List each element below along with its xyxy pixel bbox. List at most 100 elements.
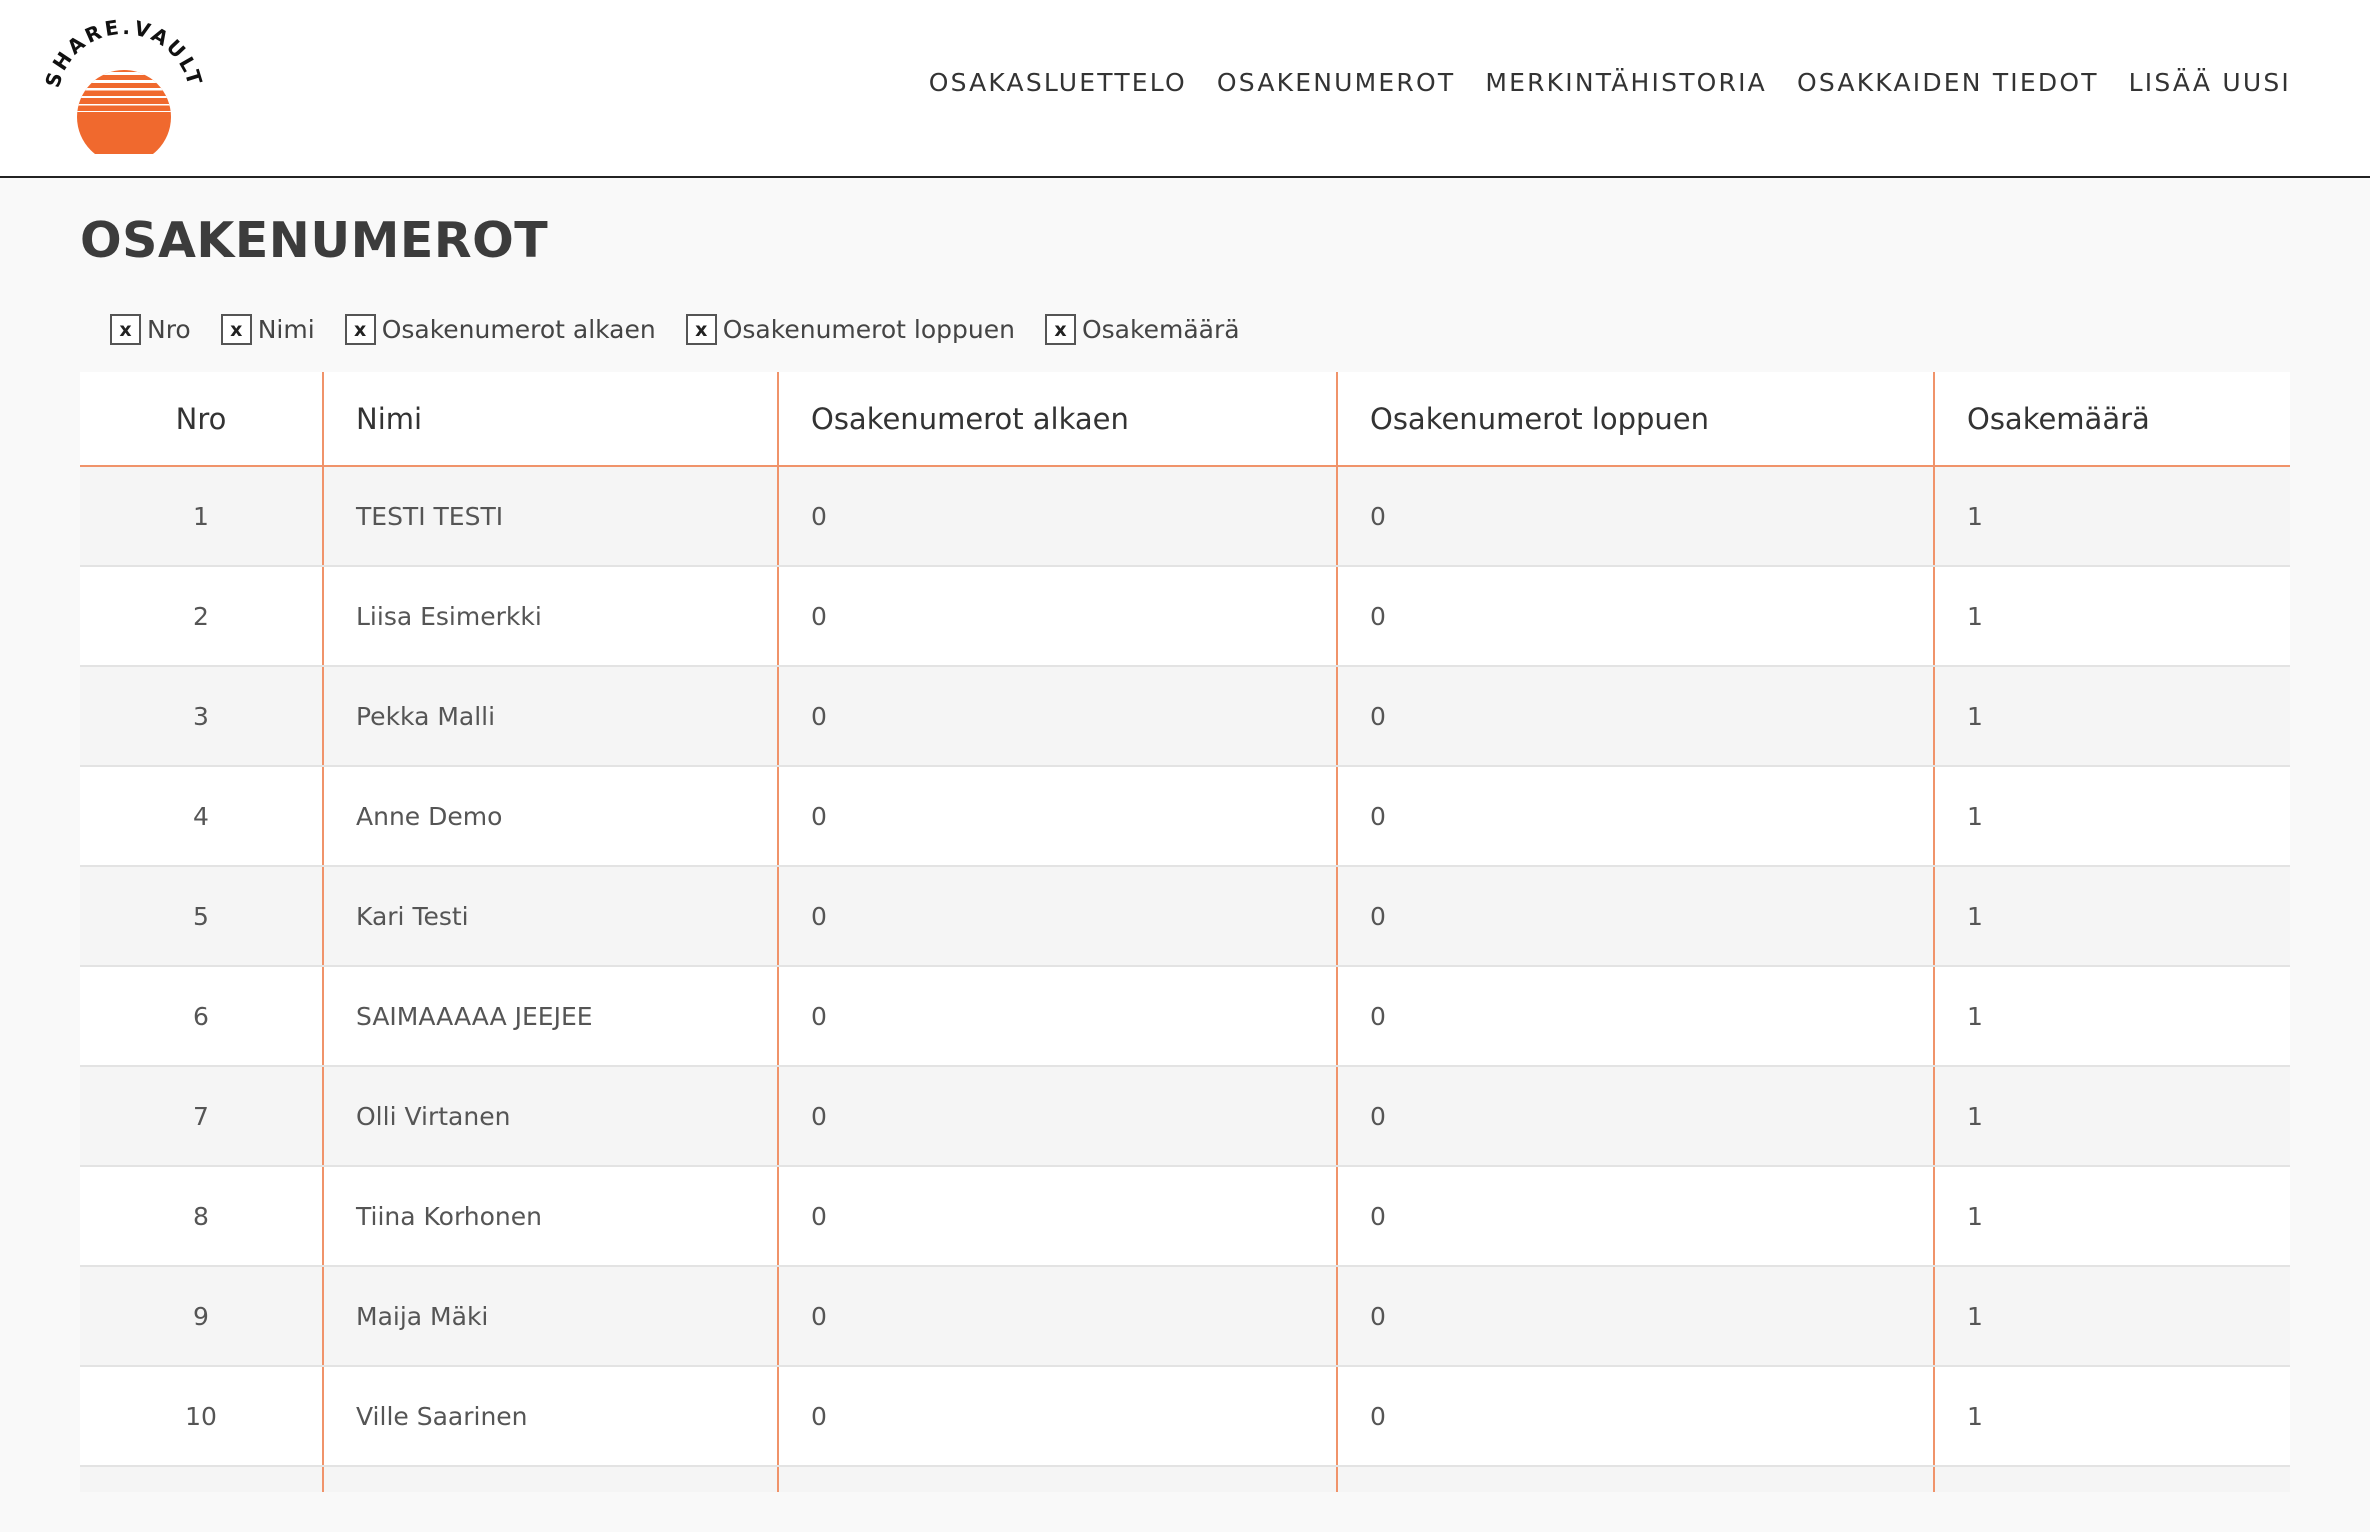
shares-to-cell <box>1337 1466 1935 1492</box>
table-row[interactable]: 9 Maija Mäki 0 0 1 <box>80 1266 2290 1367</box>
shares-to-cell: 0 <box>1337 666 1935 767</box>
nro-cell: 6 <box>80 966 324 1067</box>
toggle-label: Nimi <box>257 315 315 344</box>
table-row[interactable]: 5 Kari Testi 0 0 1 <box>80 866 2290 967</box>
toggle-nro[interactable]: x Nro <box>110 314 191 345</box>
toggle-checkbox[interactable]: x <box>344 314 376 345</box>
shares-from-cell: 0 <box>778 566 1338 667</box>
shares-to-cell: 0 <box>1337 1066 1935 1167</box>
toggle-checkbox[interactable]: x <box>110 314 141 345</box>
nro-cell: 2 <box>80 566 324 667</box>
toggle-label: Osakemäärä <box>1081 315 1240 344</box>
column-header-osakenumerot-loppuen[interactable]: Osakenumerot loppuen <box>1337 372 1935 467</box>
table-row[interactable] <box>80 1466 2290 1492</box>
toggle-checkbox[interactable]: x <box>1044 314 1076 345</box>
main-nav: OSAKASLUETTELO OSAKENUMEROT MERKINTÄHIST… <box>914 68 2306 97</box>
share-count-cell: 1 <box>1934 766 2290 867</box>
shares-to-cell: 0 <box>1337 1166 1935 1267</box>
toggle-osakenumerot-loppuen[interactable]: x Osakenumerot loppuen <box>685 314 1015 345</box>
share-count-cell: 1 <box>1934 1066 2290 1167</box>
shares-from-cell: 0 <box>778 1266 1338 1367</box>
nro-cell: 3 <box>80 666 324 767</box>
shares-from-cell: 0 <box>778 1166 1338 1267</box>
share-count-cell: 1 <box>1934 1366 2290 1467</box>
name-cell: Pekka Malli <box>323 666 779 767</box>
name-cell: Ville Saarinen <box>323 1366 779 1467</box>
share-count-cell: 1 <box>1934 566 2290 667</box>
name-cell: SAIMAAAAA JEEJEE <box>323 966 779 1067</box>
nav-osakenumerot[interactable]: OSAKENUMEROT <box>1202 68 1470 97</box>
share-count-cell <box>1934 1466 2290 1492</box>
toggle-label: Osakenumerot alkaen <box>381 315 656 344</box>
share-count-cell: 1 <box>1934 866 2290 967</box>
column-header-osakemaara[interactable]: Osakemäärä <box>1934 372 2290 467</box>
toggle-label: Nro <box>147 315 191 344</box>
shares-from-cell: 0 <box>778 966 1338 1067</box>
shares-from-cell: 0 <box>778 666 1338 767</box>
table-row[interactable]: 7 Olli Virtanen 0 0 1 <box>80 1066 2290 1167</box>
table-row[interactable]: 4 Anne Demo 0 0 1 <box>80 766 2290 867</box>
nro-cell <box>80 1466 324 1492</box>
toggle-checkbox[interactable]: x <box>685 314 717 345</box>
table-row[interactable]: 1 TESTI TESTI 0 0 1 <box>80 466 2290 567</box>
shares-to-cell: 0 <box>1337 566 1935 667</box>
toggle-label: Osakenumerot loppuen <box>722 315 1015 344</box>
name-cell: Olli Virtanen <box>323 1066 779 1167</box>
nro-cell: 9 <box>80 1266 324 1367</box>
column-toggles: x Nro x Nimi x Osakenumerot alkaen x Osa… <box>110 314 1270 345</box>
shares-from-cell <box>778 1466 1338 1492</box>
table-row[interactable]: 8 Tiina Korhonen 0 0 1 <box>80 1166 2290 1267</box>
column-header-nro[interactable]: Nro <box>80 372 324 467</box>
toggle-nimi[interactable]: x Nimi <box>220 314 315 345</box>
column-header-osakenumerot-alkaen[interactable]: Osakenumerot alkaen <box>778 372 1338 467</box>
shares-from-cell: 0 <box>778 866 1338 967</box>
toggle-checkbox[interactable]: x <box>220 314 252 345</box>
nro-cell: 8 <box>80 1166 324 1267</box>
share-vault-logo[interactable]: SHARE.VAULT <box>42 18 208 154</box>
share-count-cell: 1 <box>1934 466 2290 567</box>
page-title: OSAKENUMEROT <box>80 212 549 269</box>
nro-cell: 5 <box>80 866 324 967</box>
share-numbers-table: Nro Nimi Osakenumerot alkaen Osakenumero… <box>80 372 2290 1492</box>
share-count-cell: 1 <box>1934 1266 2290 1367</box>
shares-from-cell: 0 <box>778 1066 1338 1167</box>
shares-from-cell: 0 <box>778 466 1338 567</box>
nro-cell: 7 <box>80 1066 324 1167</box>
table-row[interactable]: 2 Liisa Esimerkki 0 0 1 <box>80 566 2290 667</box>
table-row[interactable]: 6 SAIMAAAAA JEEJEE 0 0 1 <box>80 966 2290 1067</box>
name-cell: Kari Testi <box>323 866 779 967</box>
shares-to-cell: 0 <box>1337 1266 1935 1367</box>
shares-to-cell: 0 <box>1337 1366 1935 1467</box>
name-cell: TESTI TESTI <box>323 466 779 567</box>
table-row[interactable]: 3 Pekka Malli 0 0 1 <box>80 666 2290 767</box>
toggle-osakemaara[interactable]: x Osakemäärä <box>1044 314 1240 345</box>
nro-cell: 1 <box>80 466 324 567</box>
table-header-row: Nro Nimi Osakenumerot alkaen Osakenumero… <box>80 372 2290 467</box>
nav-osakasluettelo[interactable]: OSAKASLUETTELO <box>914 68 1202 97</box>
nav-lisaa-uusi[interactable]: LISÄÄ UUSI <box>2114 68 2306 97</box>
shares-to-cell: 0 <box>1337 766 1935 867</box>
name-cell: Liisa Esimerkki <box>323 566 779 667</box>
nav-merkintahistoria[interactable]: MERKINTÄHISTORIA <box>1470 68 1782 97</box>
name-cell: Tiina Korhonen <box>323 1166 779 1267</box>
nro-cell: 4 <box>80 766 324 867</box>
column-header-nimi[interactable]: Nimi <box>323 372 779 467</box>
shares-to-cell: 0 <box>1337 866 1935 967</box>
share-numbers-table-container[interactable]: Nro Nimi Osakenumerot alkaen Osakenumero… <box>80 372 2290 1492</box>
share-count-cell: 1 <box>1934 666 2290 767</box>
name-cell: Maija Mäki <box>323 1266 779 1367</box>
shares-from-cell: 0 <box>778 1366 1338 1467</box>
nav-osakkaiden-tiedot[interactable]: OSAKKAIDEN TIEDOT <box>1782 68 2114 97</box>
share-count-cell: 1 <box>1934 966 2290 1067</box>
table-body: 1 TESTI TESTI 0 0 1 2 Liisa Esimerkki 0 0 1 3 Pekka… <box>80 466 2290 1492</box>
site-header: SHARE.VAULT OSAKASLUETTELO OSAKENUMEROT … <box>0 0 2370 178</box>
name-cell <box>323 1466 779 1492</box>
table-row[interactable]: 10 Ville Saarinen 0 0 1 <box>80 1366 2290 1467</box>
shares-from-cell: 0 <box>778 766 1338 867</box>
shares-to-cell: 0 <box>1337 466 1935 567</box>
shares-to-cell: 0 <box>1337 966 1935 1067</box>
name-cell: Anne Demo <box>323 766 779 867</box>
share-count-cell: 1 <box>1934 1166 2290 1267</box>
nro-cell: 10 <box>80 1366 324 1467</box>
toggle-osakenumerot-alkaen[interactable]: x Osakenumerot alkaen <box>344 314 656 345</box>
